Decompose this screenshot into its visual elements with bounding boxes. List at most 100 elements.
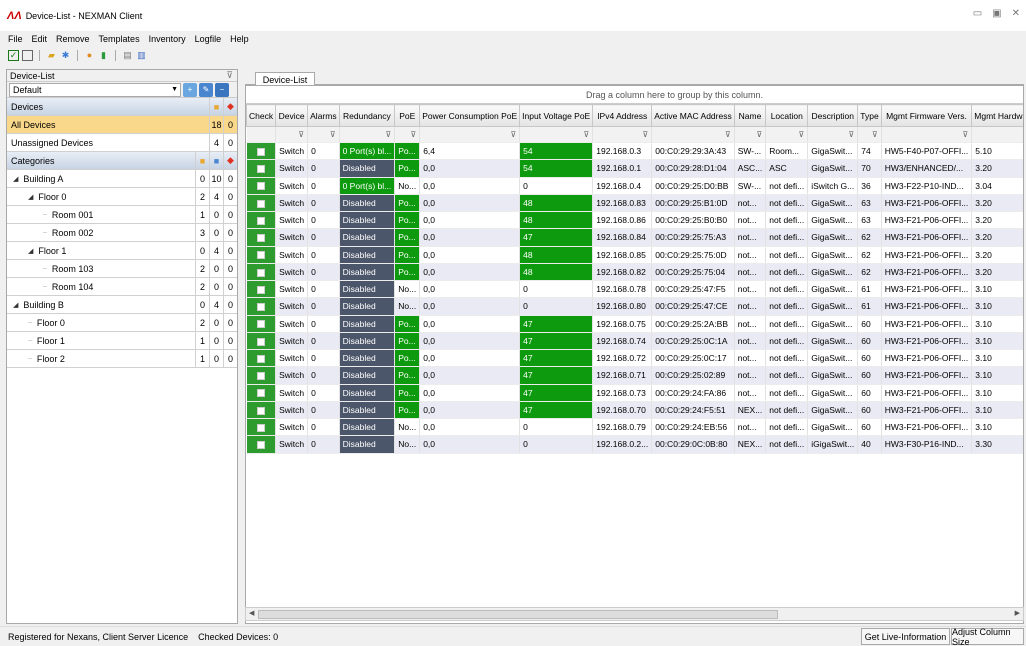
filter-icon[interactable]: ⊽	[881, 126, 973, 143]
column-header[interactable]: Mgmt Firmware Vers.	[880, 104, 973, 127]
add-profile-icon[interactable]: +	[183, 82, 197, 97]
filter-icon[interactable]: ⊽	[734, 126, 767, 143]
table-row[interactable]: Switch 0 Disabled Po... 0,0 54 192.168.0.1 00:C…	[246, 159, 1023, 178]
column-header[interactable]: Type	[857, 104, 882, 127]
scroll-thumb[interactable]	[258, 610, 778, 619]
template-edit-icon[interactable]: ▥	[136, 50, 147, 61]
filter-icon[interactable]: ⊽	[519, 126, 594, 143]
pin-icon[interactable]: ⊽	[226, 70, 233, 81]
filter-icon[interactable]: ⊽	[275, 126, 309, 143]
checkbox[interactable]	[256, 372, 265, 381]
check-cell[interactable]	[246, 177, 277, 195]
maximize-icon[interactable]: ▣	[992, 8, 1001, 19]
check-cell[interactable]	[246, 159, 277, 178]
checkbox[interactable]	[256, 268, 265, 277]
check-cell[interactable]	[246, 349, 277, 368]
horizontal-scrollbar[interactable]: ◀ ▶	[245, 607, 1024, 621]
menu-templates[interactable]: Templates	[99, 34, 140, 44]
check-cell[interactable]	[246, 418, 277, 437]
category-tree-item[interactable]: – Room 104 2 0 0	[7, 278, 237, 296]
check-cell[interactable]	[246, 384, 277, 402]
checkbox[interactable]	[256, 406, 265, 415]
check-cell[interactable]	[246, 194, 277, 213]
check-cell[interactable]	[246, 401, 277, 420]
category-tree-item[interactable]: ◢ Building A 0 10 0	[7, 170, 237, 188]
table-row[interactable]: Switch 0 Disabled Po... 0,0 48 192.168.0.82 00:…	[246, 263, 1023, 282]
table-row[interactable]: Switch 0 Disabled Po... 0,0 47 192.168.0.75 00:…	[246, 315, 1023, 333]
check-cell[interactable]	[246, 142, 277, 161]
table-row[interactable]: Switch 0 Disabled No... 0,0 0 192.168.0.80 00:C…	[246, 297, 1023, 316]
menu-help[interactable]: Help	[230, 34, 249, 44]
column-header[interactable]: Mgmt Hardware Vers.	[971, 104, 1023, 127]
category-tree-item[interactable]: ◢ Floor 0 240	[7, 188, 237, 206]
category-tree-item[interactable]: – Floor 1100	[7, 332, 237, 350]
table-row[interactable]: Switch 0 Disabled Po... 0,0 47 192.168.0.72 00:…	[246, 349, 1023, 368]
check-cell[interactable]	[246, 228, 277, 247]
table-row[interactable]: Switch 0 Disabled Po... 0,0 47 192.168.0.73 00:…	[246, 384, 1023, 402]
check-cell[interactable]	[246, 280, 277, 299]
checkbox[interactable]	[256, 320, 265, 329]
filter-icon[interactable]: ⊽	[971, 126, 1023, 143]
expand-triangle-icon[interactable]: ◢	[13, 301, 18, 309]
filter-icon[interactable]: ⊽	[394, 126, 421, 143]
database-icon[interactable]: ▮	[98, 50, 109, 61]
check-cell[interactable]	[246, 332, 277, 351]
table-row[interactable]: Switch 0 Disabled Po... 0,0 47 192.168.0.71 00:…	[246, 366, 1023, 385]
check-cell[interactable]	[246, 366, 277, 385]
expand-triangle-icon[interactable]: ◢	[13, 175, 18, 183]
wand-icon[interactable]: ✱	[60, 50, 71, 61]
uncheck-icon[interactable]	[22, 49, 33, 61]
table-row[interactable]: Switch 0 Disabled Po... 0,0 48 192.168.0.85 00:…	[246, 246, 1023, 264]
add-folder-icon[interactable]: ■	[195, 152, 209, 169]
tab-device-list[interactable]: Device-List	[255, 72, 315, 86]
category-tree-item[interactable]: ◢ Building B 040	[7, 296, 237, 314]
menu-edit[interactable]: Edit	[32, 34, 48, 44]
checkbox[interactable]	[256, 234, 265, 243]
column-header[interactable]: Location	[765, 104, 809, 127]
check-cell[interactable]	[246, 315, 277, 333]
scroll-right-icon[interactable]: ▶	[1015, 609, 1020, 617]
table-row[interactable]: Switch 0 0 Port(s) bl... Po... 6,4 54 192.168.…	[246, 142, 1023, 161]
table-row[interactable]: Switch 0 Disabled No... 0,0 0 192.168.0.2... 00…	[246, 435, 1023, 454]
category-tree-item[interactable]: – Floor 2100	[7, 350, 237, 368]
folder-icon[interactable]: ▰	[46, 50, 57, 61]
table-row[interactable]: Switch 0 Disabled Po... 0,0 47 192.168.0.84 00:…	[246, 228, 1023, 247]
table-row[interactable]: Switch 0 Disabled No... 0,0 0 192.168.0.78 00:C…	[246, 280, 1023, 299]
edit-profile-icon[interactable]: ✎	[199, 82, 213, 97]
profile-select[interactable]: Default ▼	[9, 82, 181, 97]
expand-triangle-icon[interactable]: ◢	[28, 247, 33, 255]
column-header[interactable]: PoE	[394, 104, 421, 127]
category-tree-item[interactable]: ◢ Floor 1 040	[7, 242, 237, 260]
user-icon[interactable]: ●	[84, 50, 95, 61]
column-header[interactable]: Redundancy	[338, 104, 396, 127]
table-row[interactable]: Switch 0 Disabled Po... 0,0 48 192.168.0.86 00:…	[246, 211, 1023, 230]
filter-icon[interactable]: ⊽	[307, 126, 340, 143]
category-tree-item[interactable]: – Room 002 3 0 0	[7, 224, 237, 242]
category-tree-item[interactable]: – Floor 0200	[7, 314, 237, 332]
device-group-row[interactable]: Unassigned Devices 4 0	[7, 134, 237, 152]
check-cell[interactable]	[246, 297, 277, 316]
table-row[interactable]: Switch 0 Disabled No... 0,0 0 192.168.0.79 00:C…	[246, 418, 1023, 437]
column-header[interactable]: Power Consumption PoE	[419, 104, 521, 127]
check-all-icon[interactable]: ✓	[8, 49, 19, 61]
get-live-information-button[interactable]: Get Live-Information	[861, 628, 950, 645]
table-row[interactable]: Switch 0 Disabled Po... 0,0 48 192.168.0.83 00:…	[246, 194, 1023, 213]
checkbox[interactable]	[256, 389, 265, 398]
checkbox[interactable]	[256, 251, 265, 260]
filter-icon[interactable]: ⊽	[765, 126, 809, 143]
column-header[interactable]: Input Voltage PoE	[519, 104, 594, 127]
column-header[interactable]: IPv4 Address	[592, 104, 653, 127]
filter-icon[interactable]: ⊽	[857, 126, 882, 143]
filter-icon[interactable]: ⊽	[592, 126, 653, 143]
expand-triangle-icon[interactable]: ◢	[28, 193, 33, 201]
column-header[interactable]: Device	[275, 104, 309, 127]
menu-logfile[interactable]: Logfile	[195, 34, 222, 44]
device-icon[interactable]: ■	[209, 152, 223, 169]
column-header[interactable]: Alarms	[307, 104, 340, 127]
category-tree-item[interactable]: – Room 001 1 0 0	[7, 206, 237, 224]
checkbox[interactable]	[256, 354, 265, 363]
checkbox[interactable]	[256, 441, 265, 450]
column-header[interactable]: Name	[733, 104, 767, 127]
table-row[interactable]: Switch 0 Disabled Po... 0,0 47 192.168.0.74 00:…	[246, 332, 1023, 351]
category-tree-item[interactable]: – Room 103 2 0 0	[7, 260, 237, 278]
